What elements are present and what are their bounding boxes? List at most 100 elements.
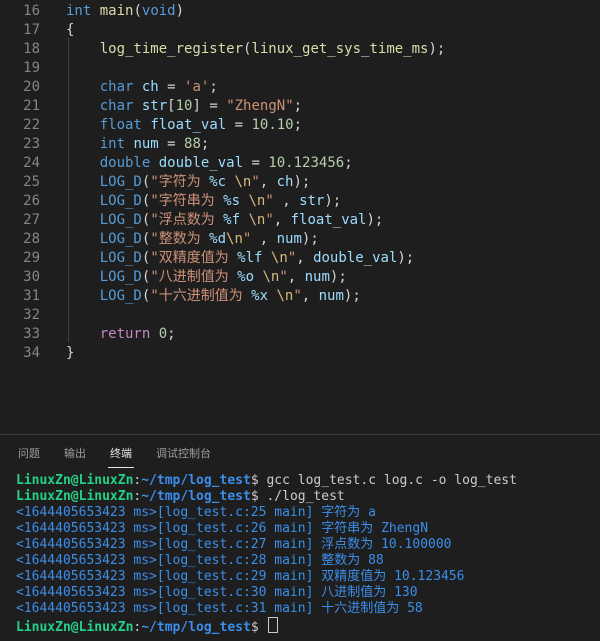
line-code: LOG_D("八进制值为 %o \n", num); — [66, 268, 347, 287]
line-number: 27 — [23, 212, 40, 228]
code-token: %d — [209, 231, 227, 247]
code-line: 34} — [0, 344, 600, 363]
log-text: <1644405653423 ms>[log_test.c:31 main] 十… — [16, 601, 423, 616]
code-token: ); — [329, 269, 347, 285]
code-token: ); — [301, 231, 319, 247]
code-line: 18 log_time_register(linux_get_sys_time_… — [0, 40, 600, 59]
terminal-command: gcc log_test.c log.c -o log_test — [258, 473, 517, 488]
terminal-log-line: <1644405653423 ms>[log_test.c:30 main] 八… — [16, 585, 600, 601]
code-token: " — [293, 288, 302, 304]
code-token: 10.10 — [251, 117, 294, 133]
line-number: 33 — [23, 326, 40, 342]
line-number: 20 — [23, 79, 40, 95]
line-number: 34 — [23, 345, 40, 361]
line-code: } — [66, 344, 74, 363]
code-token: "双精度值为 — [150, 250, 238, 266]
code-token: \n — [248, 193, 266, 209]
code-token: [ — [167, 98, 176, 114]
line-number: 23 — [23, 136, 40, 152]
code-editor[interactable]: 16 int main(void) 17 {18 log_time_register(… — [0, 0, 600, 434]
code-token: %lf — [237, 250, 263, 266]
code-token: , — [296, 250, 314, 266]
prompt-user: LinuxZn@LinuxZn — [16, 489, 134, 504]
code-token: ; — [200, 136, 210, 152]
log-text: <1644405653423 ms>[log_test.c:26 main] 字… — [16, 521, 429, 536]
code-token: ); — [293, 174, 311, 190]
terminal-prompt-line: LinuxZn@LinuxZn:~/tmp/log_test$ — [16, 617, 600, 635]
code-line: 19 — [0, 59, 600, 78]
code-token: "浮点数为 — [150, 212, 224, 228]
prompt-symbol: $ — [250, 473, 259, 488]
tab-debug-console[interactable]: 调试控制台 — [156, 445, 211, 461]
code-token: void — [141, 3, 176, 19]
code-token: ); — [428, 41, 446, 57]
terminal-log-line: <1644405653423 ms>[log_test.c:31 main] 十… — [16, 601, 600, 617]
code-line: 21 char str[10] = "ZhengN"; — [0, 97, 600, 116]
bottom-panel: 问题 输出 终端 调试控制台 LinuxZn@LinuxZn:~/tmp/log… — [0, 434, 600, 641]
code-token: int — [66, 3, 92, 19]
code-token: LOG_D — [99, 212, 142, 228]
code-line: 32 — [0, 306, 600, 325]
tab-output[interactable]: 输出 — [64, 445, 86, 461]
code-token: ); — [397, 250, 415, 266]
line-number: 24 — [23, 155, 40, 171]
line-number: 22 — [23, 117, 40, 133]
code-token: return — [99, 326, 151, 342]
line-number: 16 — [23, 3, 40, 19]
code-token: 0 — [158, 326, 168, 342]
code-token: linux_get_sys_time_ms — [251, 41, 429, 57]
code-line: 16 int main(void) — [0, 2, 600, 21]
code-token: " — [265, 193, 274, 209]
code-token: LOG_D — [99, 269, 142, 285]
code-token: 10.123456 — [268, 155, 345, 171]
code-token: { — [66, 22, 75, 38]
code-token: 'a' — [184, 79, 210, 95]
line-code: LOG_D("整数为 %d\n" , num); — [66, 230, 319, 249]
code-token: = — [243, 155, 269, 171]
code-token: = — [158, 79, 185, 95]
line-code: LOG_D("十六进制值为 %x \n", num); — [66, 287, 361, 306]
code-token: double — [99, 155, 151, 171]
tab-problems[interactable]: 问题 — [18, 445, 40, 461]
code-token: = — [226, 117, 252, 133]
code-token: , — [301, 288, 319, 304]
code-token: double_val — [158, 155, 244, 171]
prompt-symbol: $ — [250, 620, 259, 635]
terminal-log-line: <1644405653423 ms>[log_test.c:26 main] 字… — [16, 521, 600, 537]
code-token: \n — [270, 250, 288, 266]
tab-terminal[interactable]: 终端 — [110, 445, 132, 461]
code-token: num — [318, 288, 344, 304]
code-token: 10 — [175, 98, 193, 114]
line-code: int main(void) — [66, 2, 184, 21]
code-token: ; — [293, 98, 303, 114]
code-token: ; — [293, 117, 303, 133]
code-token: "八进制值为 — [150, 269, 238, 285]
code-token: ( — [133, 3, 142, 19]
line-number: 31 — [23, 288, 40, 304]
terminal-log-line: <1644405653423 ms>[log_test.c:27 main] 浮… — [16, 537, 600, 553]
code-token: double_val — [313, 250, 398, 266]
log-text: <1644405653423 ms>[log_test.c:28 main] 整… — [16, 553, 384, 568]
code-token: %s — [223, 193, 241, 209]
line-number: 17 — [23, 22, 40, 38]
line-code: LOG_D("双精度值为 %lf \n", double_val); — [66, 249, 415, 268]
log-text: <1644405653423 ms>[log_test.c:27 main] 浮… — [16, 537, 452, 552]
code-token: ); — [366, 212, 384, 228]
code-token: ch — [276, 174, 294, 190]
line-number: 25 — [23, 174, 40, 190]
code-token: , — [259, 174, 277, 190]
code-token: main — [99, 3, 134, 19]
code-token: ); — [343, 288, 361, 304]
line-number: 28 — [23, 231, 40, 247]
code-token: } — [66, 345, 75, 361]
line-code: LOG_D("字符为 %c \n", ch); — [66, 173, 311, 192]
code-line: 31 LOG_D("十六进制值为 %x \n", num); — [0, 287, 600, 306]
code-token: %o — [237, 269, 255, 285]
